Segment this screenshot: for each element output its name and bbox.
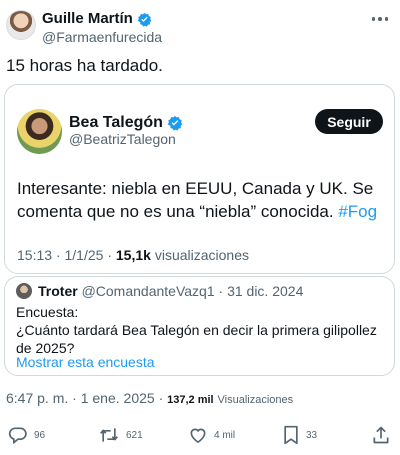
quoted-author-name-row[interactable]: Bea Talegón — [69, 113, 183, 132]
retweet-button[interactable]: 621 — [98, 425, 143, 445]
nested-tweet-header: Troter @ComandanteVazq1 · 31 dic. 2024 — [38, 283, 304, 299]
nested-date[interactable]: 31 dic. 2024 — [227, 283, 303, 299]
retweet-count: 621 — [126, 429, 143, 441]
poll-label: Encuesta: — [16, 304, 79, 320]
author-name[interactable]: Guille Martín — [42, 10, 133, 28]
reply-icon — [8, 425, 28, 445]
action-bar: 96 621 4 mil 33 — [0, 425, 400, 447]
quoted-date[interactable]: 1/1/25 — [65, 247, 104, 263]
bookmark-count: 33 — [306, 429, 318, 441]
more-options-icon[interactable] — [370, 12, 390, 26]
retweet-icon — [98, 425, 120, 445]
author-handle[interactable]: @Farmaenfurecida — [42, 29, 162, 45]
verified-icon — [137, 12, 152, 27]
tweet-views-count: 137,2 mil — [167, 394, 214, 406]
tweet-date[interactable]: 1 ene. 2025 — [81, 390, 155, 406]
quoted-tweet-meta: 15:13 · 1/1/25 · 15,1k visualizaciones — [17, 247, 249, 263]
nested-tweet-text: Encuesta: ¿Cuánto tardará Bea Talegón en… — [16, 303, 388, 357]
nested-author-handle[interactable]: @ComandanteVazq1 — [82, 283, 215, 299]
quoted-tweet-card[interactable]: Bea Talegón @BeatrizTalegon Seguir Inter… — [4, 84, 395, 274]
like-button[interactable]: 4 mil — [188, 425, 235, 445]
bookmark-button[interactable]: 33 — [282, 425, 317, 445]
nested-author-avatar[interactable] — [16, 283, 32, 299]
share-button[interactable] — [372, 425, 390, 445]
verified-icon — [167, 115, 183, 131]
poll-question: ¿Cuánto tardará Bea Talegón en decir la … — [16, 322, 377, 356]
tweet-meta: 6:47 p. m. · 1 ene. 2025 · 137,2 mil Vis… — [6, 390, 294, 406]
quoted-author-handle[interactable]: @BeatrizTalegon — [69, 131, 176, 148]
quoted-views-label: visualizaciones — [154, 247, 249, 263]
share-icon — [372, 425, 390, 445]
quoted-views-count: 15,1k — [115, 247, 151, 263]
reply-count: 96 — [34, 429, 46, 441]
tweet-views-label: Visualizaciones — [217, 394, 294, 406]
bookmark-icon — [282, 425, 300, 445]
quoted-tweet-text: Interesante: niebla en EEUU, Canada y UK… — [17, 177, 389, 223]
like-count: 4 mil — [214, 429, 236, 441]
hashtag-link[interactable]: #Fog — [338, 202, 377, 221]
follow-button[interactable]: Seguir — [315, 109, 383, 134]
quoted-author-name[interactable]: Bea Talegón — [69, 113, 163, 132]
author-name-row[interactable]: Guille Martín — [42, 10, 152, 28]
like-icon — [188, 425, 208, 445]
tweet-text: 15 horas ha tardado. — [6, 56, 163, 75]
tweet-time[interactable]: 6:47 p. m. — [6, 390, 68, 406]
quoted-tweet-body: Interesante: niebla en EEUU, Canada y UK… — [17, 179, 374, 221]
reply-button[interactable]: 96 — [8, 425, 45, 445]
nested-quoted-tweet-card[interactable]: Troter @ComandanteVazq1 · 31 dic. 2024 E… — [4, 276, 395, 376]
show-poll-link[interactable]: Mostrar esta encuesta — [16, 354, 155, 370]
quoted-time[interactable]: 15:13 — [17, 247, 52, 263]
author-avatar[interactable] — [6, 10, 36, 40]
nested-author-name[interactable]: Troter — [38, 283, 78, 299]
quoted-author-avatar[interactable] — [17, 109, 62, 154]
